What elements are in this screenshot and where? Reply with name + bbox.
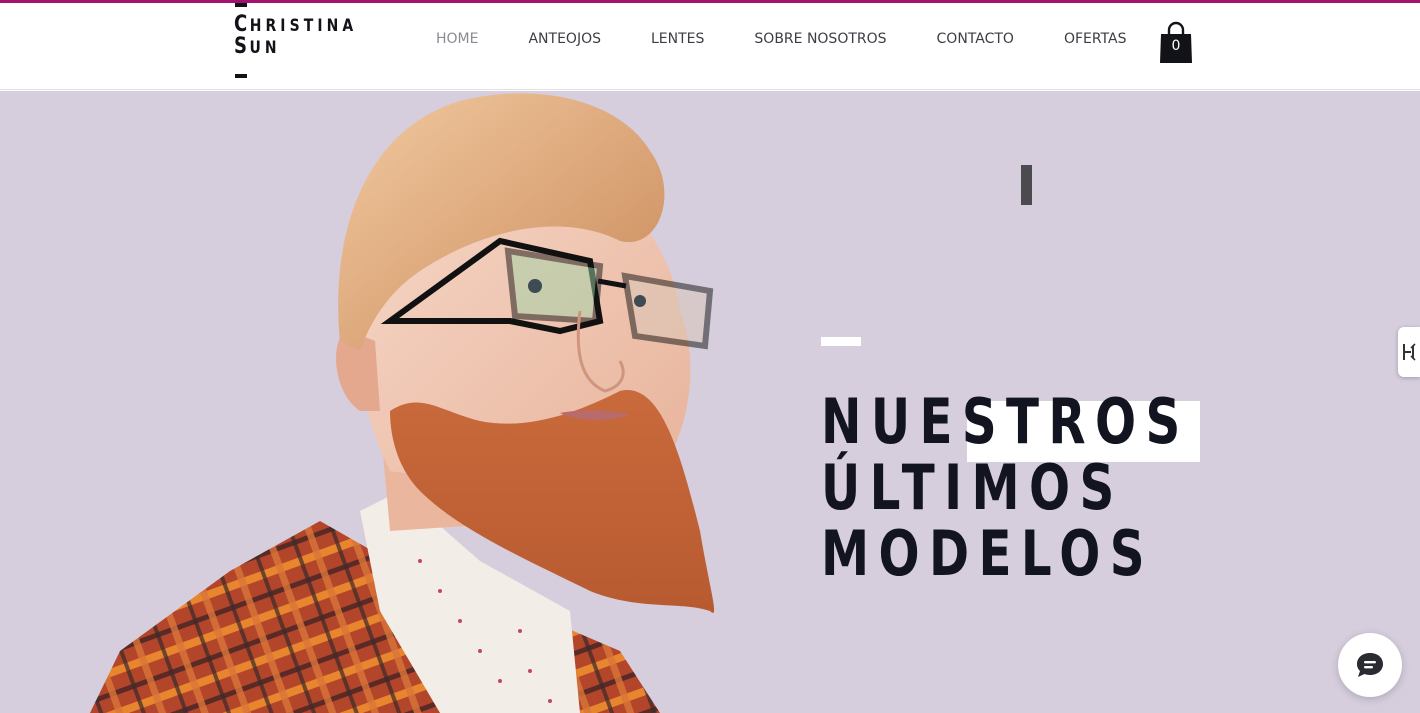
hero-title-line-2: ÚLTIMOS <box>821 451 1124 524</box>
logo-line-2: SUN <box>234 34 281 59</box>
hero-title-line-3: MODELOS <box>821 517 1154 590</box>
accessibility-tab[interactable] <box>1398 327 1420 377</box>
cart-button[interactable]: 0 <box>1158 21 1194 63</box>
main-nav: HOME ANTEOJOS LENTES SOBRE NOSOTROS CONT… <box>411 28 1152 50</box>
logo-bar-bottom <box>235 74 247 78</box>
nav-item-contacto[interactable]: CONTACTO <box>937 31 1014 47</box>
chat-bubble-icon <box>1357 653 1383 677</box>
decorative-bar-white <box>821 337 861 346</box>
site-header: CHRISTINA SUN HOME ANTEOJOS LENTES SOBRE… <box>0 3 1420 90</box>
nav-item-sobre-nosotros[interactable]: SOBRE NOSOTROS <box>754 31 886 47</box>
hero-title: NUESTROS ÚLTIMOS MODELOS <box>821 389 1211 587</box>
man-with-glasses-photo <box>90 93 715 713</box>
nav-item-lentes[interactable]: LENTES <box>651 31 704 47</box>
hero-section: NUESTROS ÚLTIMOS MODELOS <box>0 91 1420 713</box>
nav-item-anteojos[interactable]: ANTEOJOS <box>528 31 601 47</box>
logo-line-1: CHRISTINA <box>234 12 358 37</box>
cart-count: 0 <box>1171 38 1181 54</box>
nav-item-ofertas[interactable]: OFERTAS <box>1064 31 1127 47</box>
hero-title-line-1: NUESTROS <box>821 385 1190 458</box>
chat-button[interactable] <box>1338 633 1402 697</box>
decorative-bar-dark <box>1021 165 1032 205</box>
nav-item-home[interactable]: HOME <box>436 31 478 47</box>
brand-logo[interactable]: CHRISTINA SUN <box>234 3 364 83</box>
logo-bar-top <box>235 3 247 7</box>
accessibility-icon <box>1403 343 1416 361</box>
